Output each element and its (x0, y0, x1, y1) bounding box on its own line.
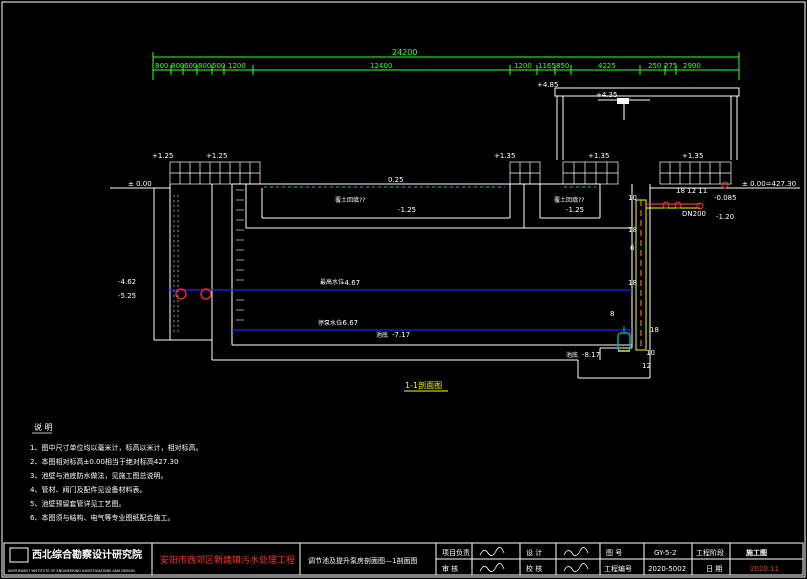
dim-segments: 800 800 600 800 500 1200 12400 1200 1165… (155, 62, 701, 70)
elev-high-level: -4.67 (342, 279, 360, 287)
elev-e1: +1.25 (152, 152, 173, 160)
dim-seg-12: 275 (664, 62, 677, 70)
elev-basin2-bottom: -1.25 (566, 206, 584, 214)
elev-in-pipe: -5.25 (118, 292, 136, 300)
elev-e5: +1.35 (682, 152, 703, 160)
pipe-size-1: 18 (628, 226, 637, 234)
elev-pipe-out2: -1.20 (716, 213, 734, 221)
elev-roof: +4.85 (537, 81, 558, 89)
elev-pump-stop: -7.17 (392, 331, 410, 339)
dim-seg-1: 800 (171, 62, 184, 70)
dim-seg-7: 1200 (514, 62, 532, 70)
pipe-size-0: 10 (628, 194, 637, 202)
label-pipe-nums: 18 12 11 (676, 187, 707, 195)
dim-seg-10: 4225 (598, 62, 616, 70)
label-pit: 池底 (566, 351, 578, 359)
title-block-fields: 项目负责 设 计 图 号 GY-5-2 工程阶段 施工图 审 核 校 核 工程编… (442, 548, 767, 573)
signature-1 (479, 547, 505, 556)
dim-seg-3: 800 (198, 62, 211, 70)
field-review: 审 核 (442, 564, 458, 573)
notes-title: 说 明 (34, 422, 53, 432)
note-item-3: 4、管材、阀门及配件见设备材料表。 (30, 485, 146, 494)
note-item-5: 6、本图须与结构、电气等专业图纸配合施工。 (30, 513, 174, 522)
label-pump-num: 8 (610, 310, 614, 318)
section-title: 1-1剖面图 (405, 380, 442, 390)
dim-seg-8: 1165 (538, 62, 556, 70)
signature-3 (563, 547, 589, 556)
hoist-icon (617, 98, 629, 104)
label-high-level: 最高水位 (320, 278, 344, 286)
elev-basin1-bottom: -1.25 (398, 206, 416, 214)
field-design: 设 计 (526, 548, 542, 557)
institute-name-en: NORTHWEST INSTITUTE OF ENGINEERING INVES… (8, 569, 135, 573)
pump-house (554, 87, 740, 160)
label-low-level: 停泵水位 (318, 319, 342, 327)
elev-e4: +1.35 (588, 152, 609, 160)
dim-seg-0: 800 (155, 62, 168, 70)
outlet-icon (721, 181, 729, 189)
elev-pit-bottom: -8.17 (582, 351, 600, 359)
label-cover1: 覆土回填?? (335, 196, 365, 204)
dim-seg-6: 12400 (370, 62, 392, 70)
institute-logo (9, 547, 29, 563)
note-item-2: 3、池壁与池底防水做法，见施工图总说明。 (30, 471, 167, 480)
elev-e3: +1.35 (494, 152, 515, 160)
elev-pipe-out: -0.085 (714, 194, 737, 202)
elev-slab: 0.25 (388, 176, 404, 184)
dim-total: 24200 (392, 48, 417, 57)
note-item-0: 1、图中尺寸单位均以毫米计，标高以米计，相对标高。 (30, 443, 202, 452)
note-item-4: 5、池壁预留套管详见工艺图。 (30, 499, 125, 508)
field-stage-val: 施工图 (746, 548, 767, 557)
notes-list: 1、图中尺寸单位均以毫米计，标高以米计，相对标高。 2、本图相对标高±0.00相… (30, 443, 202, 522)
pipe-size-5: 10 (646, 349, 655, 357)
elev-ground: ± 0.00 (128, 180, 152, 188)
field-date-val: 2020.11 (750, 565, 779, 573)
note-item-1: 2、本图相对标高±0.00相当于绝对标高427.30 (30, 457, 178, 466)
pipe-size-6: 12 (642, 362, 651, 370)
pipe-size-4: 18 (650, 326, 659, 334)
field-project-no-val: 2020-5002 (648, 565, 686, 573)
label-cover2: 覆土回填?? (554, 196, 584, 204)
label-stop-level: 池底 (376, 331, 388, 339)
field-figure: 图 号 (606, 549, 622, 557)
dim-seg-13: 2900 (683, 62, 701, 70)
parapet-grids (169, 161, 732, 185)
field-date: 日 期 (706, 565, 722, 573)
dim-seg-4: 500 (212, 62, 225, 70)
drawing-name: 调节池及提升泵房剖面图—1剖面图 (308, 556, 417, 565)
pipe-sizes: 10 18 6 18 18 10 12 (628, 194, 659, 370)
dim-seg-5: 1200 (228, 62, 246, 70)
dim-seg-2: 600 (184, 62, 197, 70)
dim-seg-11: 250 (648, 62, 661, 70)
riser-pipe (635, 199, 704, 351)
field-figure-no: GY-5-2 (654, 549, 676, 557)
elev-ground-abs: ± 0.00=427.30 (742, 180, 796, 188)
signature-2 (479, 563, 505, 572)
elev-low-level: -6.67 (340, 319, 358, 327)
field-project-no: 工程编号 (604, 564, 632, 573)
elev-in-water: -4.62 (118, 278, 136, 286)
label-pipe-dn: DN200 (682, 210, 706, 218)
section-drawing: 24200 800 800 600 800 500 1200 12400 120… (1, 1, 806, 578)
institute-name: 西北综合勘察设计研究院 (32, 548, 142, 561)
elev-e2: +1.25 (206, 152, 227, 160)
field-stage: 工程阶段 (696, 548, 724, 557)
pipe-size-2: 6 (630, 244, 635, 252)
signature-4 (563, 563, 589, 572)
field-check: 校 核 (526, 564, 542, 573)
project-name: 安阳市西郊区新建镇污水处理工程 (160, 554, 295, 566)
dim-seg-9: 850 (556, 62, 569, 70)
pipe-size-3: 18 (628, 279, 637, 287)
wall-hatch (173, 189, 244, 335)
field-project-lead: 项目负责 (442, 548, 470, 557)
elev-hoist: +4.35 (596, 91, 617, 99)
